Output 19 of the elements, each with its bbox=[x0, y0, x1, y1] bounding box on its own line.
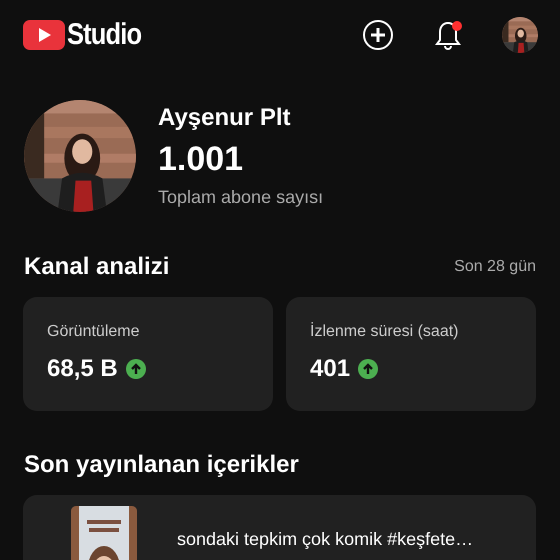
logo-text: Studio bbox=[67, 18, 142, 52]
metric-value: 401 bbox=[310, 355, 350, 383]
metric-card[interactable]: İzlenme süresi (saat) 401 bbox=[286, 297, 536, 411]
channel-name: Ayşenur Plt bbox=[158, 104, 292, 132]
section-title: Son yayınlanan içerikler bbox=[24, 451, 299, 479]
account-button[interactable] bbox=[502, 17, 538, 53]
notifications-button[interactable] bbox=[432, 18, 464, 52]
metric-label: İzlenme süresi (saat) bbox=[310, 323, 460, 341]
metric-card[interactable]: Görüntüleme 68,5 B bbox=[23, 297, 273, 411]
video-card[interactable]: sondaki tepkim çok komik #keşfete… bbox=[23, 495, 536, 560]
play-logo-icon bbox=[23, 20, 65, 50]
period-label: Son 28 gün bbox=[454, 258, 536, 276]
video-title: sondaki tepkim çok komik #keşfete… bbox=[177, 529, 474, 551]
subscriber-label: Toplam abone sayısı bbox=[158, 187, 324, 208]
section-title: Kanal analizi bbox=[24, 253, 170, 281]
subscriber-count: 1.001 bbox=[158, 140, 244, 179]
metric-label: Görüntüleme bbox=[47, 323, 140, 341]
create-button[interactable] bbox=[362, 19, 394, 51]
metric-value: 68,5 B bbox=[47, 355, 118, 383]
